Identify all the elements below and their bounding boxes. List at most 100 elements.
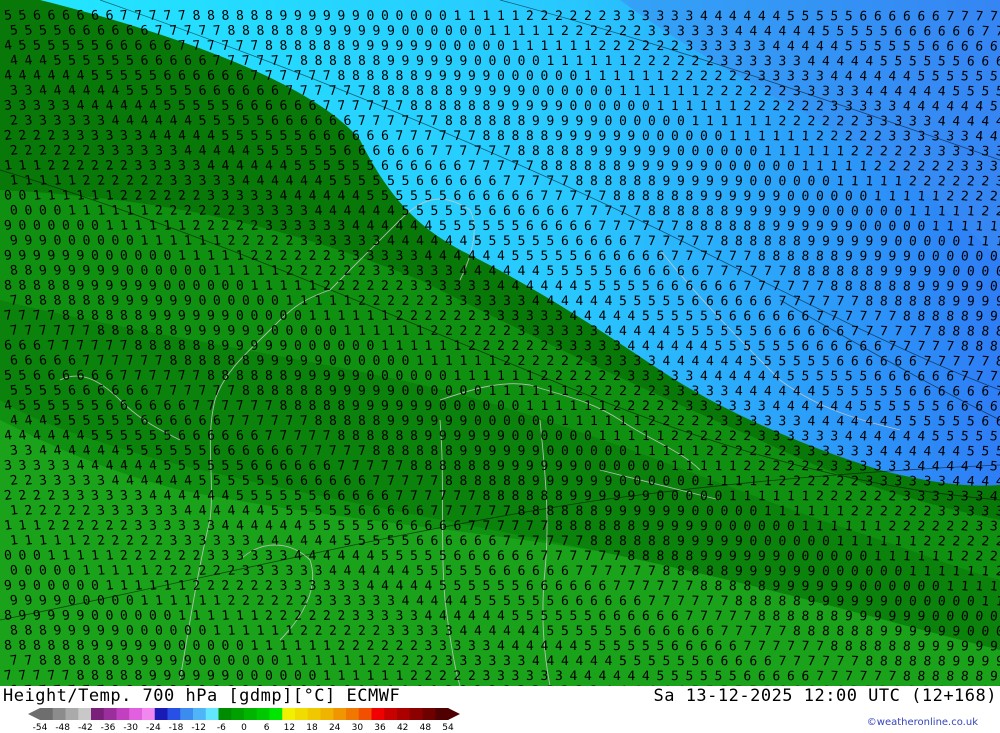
temperature-label: 9 (256, 353, 265, 369)
temperature-label: 6 (453, 549, 461, 564)
credit-link[interactable]: ©weatheronline.co.uk (867, 717, 978, 728)
temperature-label: 6 (908, 24, 917, 40)
temperature-label: 0 (212, 653, 221, 669)
temperature-label: 7 (830, 669, 839, 684)
temperature-label: 2 (844, 489, 853, 504)
temperature-label: 6 (503, 564, 511, 579)
temperature-label: 4 (271, 173, 280, 189)
temperature-label: 1 (937, 564, 946, 580)
temperature-label: 4 (830, 39, 839, 54)
temperature-label: 3 (381, 609, 390, 624)
temperature-label: 9 (517, 444, 525, 459)
temperature-label: 3 (459, 654, 467, 669)
temperature-label: 4 (960, 459, 969, 475)
temperature-label: 9 (511, 459, 519, 474)
temperature-label: 0 (981, 264, 990, 280)
temperature-label: 0 (787, 549, 796, 564)
temperature-label: 8 (526, 129, 534, 144)
temperature-label: 6 (381, 519, 390, 534)
temperature-label: 1 (540, 39, 548, 54)
temperature-label: 1 (488, 354, 496, 369)
temperature-label: 5 (952, 414, 961, 430)
temperature-label: 4 (532, 294, 540, 309)
temperature-label: 0 (908, 594, 917, 610)
temperature-label: 5 (488, 594, 496, 609)
temperature-label: 4 (772, 369, 781, 384)
temperature-label: 7 (177, 38, 186, 54)
temperature-label: 1 (381, 309, 390, 324)
temperature-label: 9 (575, 474, 583, 489)
temperature-label: 6 (729, 309, 737, 324)
temperature-label: 0 (946, 249, 955, 265)
temperature-label: 4 (604, 324, 612, 339)
temperature-label: 6 (859, 9, 868, 25)
temperature-label: 3 (569, 339, 577, 354)
weather-map-screen: 5566666677777888888999999000000111112222… (0, 0, 1000, 733)
temperature-label: 6 (546, 564, 554, 579)
temperature-label: 8 (482, 99, 490, 114)
scale-swatch (154, 708, 168, 720)
temperature-label: 1 (894, 534, 903, 550)
temperature-label: 2 (227, 563, 236, 579)
temperature-label: 7 (271, 53, 280, 69)
temperature-label: 7 (250, 68, 259, 84)
temperature-label: 6 (111, 23, 120, 39)
temperature-label: 9 (183, 293, 192, 309)
temperature-label: 2 (453, 309, 461, 324)
temperature-label: 2 (439, 669, 447, 684)
temperature-label: 1 (337, 669, 346, 684)
temperature-label: 7 (265, 398, 274, 414)
temperature-label: 1 (917, 189, 926, 205)
temperature-label: 9 (119, 278, 128, 294)
temperature-label: 7 (497, 519, 505, 534)
temperature-label: 2 (111, 173, 120, 189)
temperature-label: 2 (995, 564, 1000, 580)
temperature-label: 7 (575, 204, 583, 219)
temperature-label: 2 (511, 339, 519, 354)
temperature-label: 7 (416, 474, 424, 489)
temperature-label: 7 (329, 84, 338, 99)
temperature-label: 1 (764, 114, 773, 129)
scale-swatch (103, 708, 117, 720)
temperature-label: 2 (894, 504, 903, 520)
temperature-label: 0 (633, 114, 641, 129)
temperature-label: 5 (526, 609, 534, 624)
temperature-label: 9 (807, 564, 816, 579)
temperature-label: 2 (772, 459, 781, 474)
temperature-label: 2 (256, 233, 265, 249)
temperature-label: 0 (169, 263, 178, 279)
temperature-label: 8 (445, 474, 453, 489)
temperature-label: 2 (836, 474, 845, 489)
temperature-label: 2 (764, 444, 773, 459)
temperature-label: 7 (134, 8, 143, 24)
temperature-label: 2 (656, 39, 664, 54)
temperature-label: 8 (700, 579, 708, 594)
temperature-label: 8 (445, 114, 453, 129)
temperature-label: 8 (526, 489, 534, 504)
temperature-label: 1 (960, 219, 969, 235)
temperature-label: 5 (642, 279, 650, 294)
temperature-label: 1 (807, 144, 816, 159)
temperature-label: 8 (198, 353, 207, 369)
temperature-label: 5 (960, 429, 969, 445)
temperature-label: 9 (445, 414, 453, 429)
temperature-label: 9 (604, 504, 612, 519)
temperature-label: 2 (995, 534, 1000, 550)
temperature-label: 1 (308, 279, 317, 294)
temperature-label: 2 (830, 129, 839, 144)
temperature-label: 1 (285, 623, 294, 639)
temperature-label: 5 (366, 189, 375, 204)
temperature-label: 4 (424, 249, 433, 264)
temperature-label: 4 (459, 624, 467, 639)
temperature-label: 5 (511, 219, 519, 234)
temperature-label: 6 (908, 384, 917, 400)
temperature-label: 8 (648, 204, 656, 219)
temperature-label: 1 (879, 174, 888, 190)
temperature-label: 0 (439, 9, 447, 24)
temperature-label: 6 (787, 669, 796, 684)
temperature-label: 6 (642, 249, 650, 264)
temperature-label: 7 (300, 443, 309, 458)
temperature-label: 3 (482, 639, 490, 654)
temperature-label: 3 (169, 143, 178, 159)
temperature-label: 5 (815, 9, 824, 24)
